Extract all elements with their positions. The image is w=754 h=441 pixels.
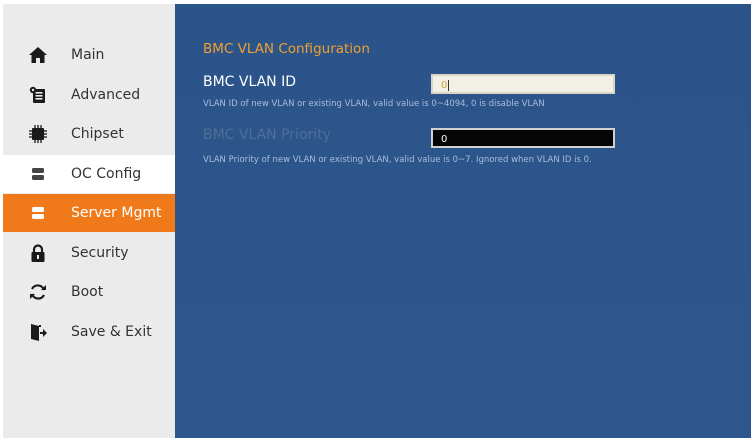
sidebar-nav: Main Advanced Chipset OC Config Server M… bbox=[3, 36, 175, 352]
bios-setup-window: Main Advanced Chipset OC Config Server M… bbox=[3, 4, 751, 438]
sidebar-item-label: Boot bbox=[71, 284, 104, 300]
refresh-icon bbox=[27, 281, 49, 303]
sidebar-item-chipset[interactable]: Chipset bbox=[3, 115, 175, 153]
exit-icon bbox=[27, 321, 49, 343]
sidebar-item-label: Chipset bbox=[71, 126, 124, 142]
sidebar-item-oc-config[interactable]: OC Config bbox=[3, 154, 175, 193]
sidebar-item-label: Main bbox=[71, 47, 105, 63]
vlan-priority-label: BMC VLAN Priority bbox=[203, 127, 331, 143]
sidebar-item-boot[interactable]: Boot bbox=[3, 273, 175, 311]
vlan-id-help: VLAN ID of new VLAN or existing VLAN, va… bbox=[203, 99, 545, 109]
vlan-priority-value: 0 bbox=[441, 134, 448, 145]
text-cursor bbox=[448, 79, 450, 91]
sidebar-item-label: OC Config bbox=[71, 165, 142, 182]
vlan-priority-input[interactable]: 0 bbox=[431, 128, 615, 148]
section-title: BMC VLAN Configuration bbox=[203, 41, 370, 57]
lock-icon bbox=[27, 242, 49, 264]
sidebar-item-security[interactable]: Security bbox=[3, 234, 175, 272]
sidebar-item-label: Advanced bbox=[71, 86, 141, 103]
sidebar-item-advanced[interactable]: Advanced bbox=[3, 76, 175, 114]
sidebar-item-server-mgmt[interactable]: Server Mgmt bbox=[3, 194, 175, 232]
vlan-priority-help: VLAN Priority of new VLAN or existing VL… bbox=[203, 155, 592, 165]
settings-panel: BMC VLAN Configuration BMC VLAN ID 0 VLA… bbox=[175, 4, 751, 438]
sidebar-item-main[interactable]: Main bbox=[3, 36, 175, 74]
sidebar-item-label: Security bbox=[71, 244, 129, 261]
advanced-icon bbox=[27, 84, 49, 106]
oc-config-icon bbox=[27, 163, 49, 185]
vlan-id-value: 0 bbox=[441, 80, 448, 91]
chip-icon bbox=[27, 123, 49, 145]
sidebar-item-label: Save & Exit bbox=[71, 323, 152, 340]
sidebar: Main Advanced Chipset OC Config Server M… bbox=[3, 4, 175, 438]
home-icon bbox=[27, 44, 49, 66]
server-icon bbox=[27, 202, 49, 224]
vlan-id-input[interactable]: 0 bbox=[431, 74, 615, 94]
sidebar-item-label: Server Mgmt bbox=[71, 205, 162, 221]
vlan-id-label: BMC VLAN ID bbox=[203, 74, 297, 90]
sidebar-item-save-exit[interactable]: Save & Exit bbox=[3, 313, 175, 351]
